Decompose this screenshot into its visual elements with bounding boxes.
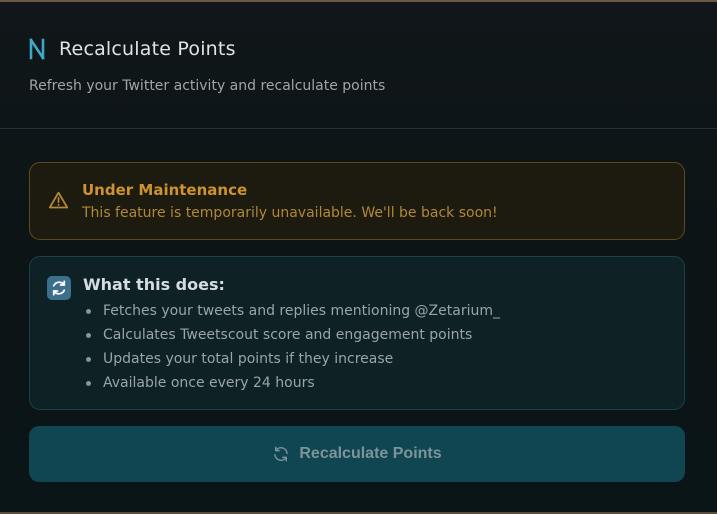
button-label: Recalculate Points [299, 445, 442, 462]
list-item: Updates your total points if they increa… [83, 350, 500, 374]
list-item: Calculates Tweetscout score and engageme… [83, 326, 500, 350]
info-title: What this does: [83, 275, 225, 294]
list-item: Fetches your tweets and replies mentioni… [83, 302, 500, 326]
recalculate-button[interactable]: Recalculate Points [29, 426, 685, 482]
maintenance-alert: Under Maintenance This feature is tempor… [29, 162, 685, 240]
refresh-arrows-icon [47, 276, 71, 300]
warning-triangle-icon [48, 191, 69, 209]
refresh-icon [274, 446, 289, 462]
alert-message: This feature is temporarily unavailable.… [82, 205, 498, 221]
info-panel: What this does: Fetches your tweets and … [29, 256, 685, 410]
alert-title: Under Maintenance [82, 181, 248, 199]
info-list: Fetches your tweets and replies mentioni… [83, 302, 500, 398]
page-title: Recalculate Points [59, 38, 236, 60]
list-item: Available once every 24 hours [83, 374, 500, 398]
page-subtitle: Refresh your Twitter activity and recalc… [29, 78, 386, 94]
title-row: Recalculate Points [28, 38, 236, 60]
recalculate-card: Recalculate Points Refresh your Twitter … [0, 0, 717, 514]
logo-icon [29, 38, 45, 60]
card-header: Recalculate Points Refresh your Twitter … [0, 2, 717, 129]
